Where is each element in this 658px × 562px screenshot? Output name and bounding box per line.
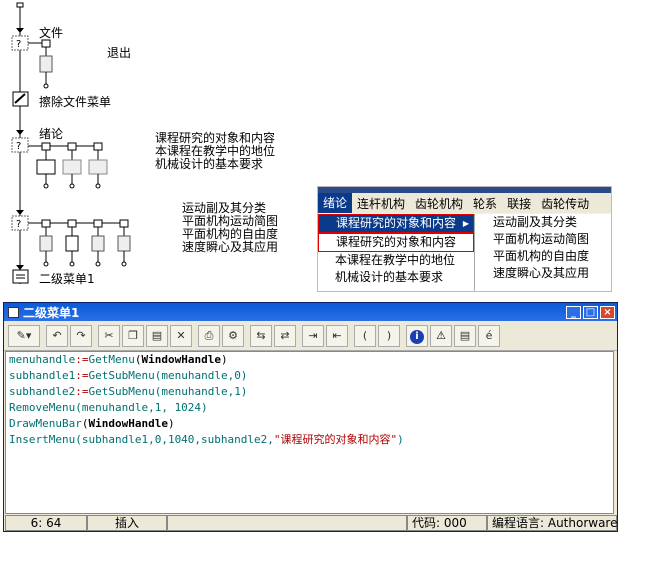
flow-label-exit[interactable]: 退出 [107,44,131,61]
indent-icon[interactable]: ⇥ [302,324,324,347]
submenu: 课程研究的对象和内容 ▶ 课程研究的对象和内容 本课程在教学中的地位 机械设计的… [318,214,475,291]
code-line[interactable]: subhandle1:=GetSubMenu(menuhandle,0) [9,368,613,384]
copy-icon[interactable]: ❐ [122,324,144,347]
maximize-button[interactable]: □ [583,305,598,319]
code-token: := [75,353,89,366]
code-token: subhandle1 [9,369,76,382]
flow-label-file[interactable]: 文件 [39,24,63,41]
redo-icon[interactable]: ↷ [70,324,92,347]
subsubmenu-item[interactable]: 速度瞬心及其应用 [475,265,611,282]
status-cursor-position: 6: 64 [5,515,87,531]
code-line[interactable]: subhandle2:=GetSubMenu(menuhandle,1) [9,384,613,400]
code-line[interactable]: DrawMenuBar(WindowHandle) [9,416,613,432]
flow-label-intro[interactable]: 绪论 [39,125,63,142]
cut-icon[interactable]: ✂ [98,324,120,347]
code-token: "课程研究的对象和内容" [273,433,398,446]
submenu-arrow-icon: ▶ [462,219,469,228]
submenu-item-course-status[interactable]: 本课程在教学中的地位 [318,252,474,269]
code-token: ) [167,417,175,430]
code-line[interactable]: RemoveMenu(menuhandle,1, 1024) [9,400,613,416]
code-token: menuhandle [9,353,76,366]
menubar-item-gear-drive[interactable]: 齿轮传动 [536,195,594,212]
code-token: subhandle2 [9,385,76,398]
close-button[interactable]: × [600,305,615,319]
info-icon[interactable]: i [406,324,428,347]
window-icon [8,306,19,318]
tools-icon[interactable]: ✎▾ [8,324,40,347]
code-token: WindowHandle [141,353,221,366]
subsubmenu: 运动副及其分类 平面机构运动简图 平面机构的自由度 速度瞬心及其应用 [475,214,611,291]
menubar-item-joint[interactable]: 联接 [502,195,536,212]
menubar: 绪论 连杆机构 齿轮机构 轮系 联接 齿轮传动 [318,193,611,213]
paren-open-icon[interactable]: ( [354,324,376,347]
code-token: GetSubMenu [88,369,155,382]
menubar-item-intro[interactable]: 绪论 [318,193,353,213]
flow-label-submenu1[interactable]: 二级菜单1 [39,270,95,287]
svg-text:?: ? [16,39,21,50]
subsubmenu-item[interactable]: 平面机构的自由度 [475,248,611,265]
warning-icon[interactable]: ⚠ [430,324,452,347]
flow-label-erase-menu[interactable]: 擦除文件菜单 [39,93,111,110]
code-token: DrawMenuBar [9,417,82,430]
editor-titlebar[interactable]: 二级菜单1 _ □ × [4,303,617,321]
code-token: InsertMenu(subhandle1,0,1040,subhandle2, [9,433,274,446]
document-icon[interactable]: ▤ [454,324,476,347]
submenu-item-label: 课程研究的对象和内容 [336,216,457,230]
find-icon[interactable]: ⇄ [274,324,296,347]
code-token: GetMenu [88,353,135,366]
editor-title: 二级菜单1 [23,305,80,320]
paste-icon[interactable]: ▤ [146,324,168,347]
intro-topics-list: 课程研究的对象和内容 本课程在教学中的地位 机械设计的基本要求 [155,132,275,171]
code-line[interactable]: menuhandle:=GetMenu(WindowHandle) [9,352,613,368]
editor-toolbar: ✎▾ ↶ ↷ ✂ ❐ ▤ ✕ ⎙ ⚙ ⇆ ⇄ ⇥ ⇤ ( ) i ⚠ ▤ é [4,321,617,351]
second-topic: 速度瞬心及其应用 [182,240,279,254]
code-token: RemoveMenu(menuhandle,1, 1024) [9,401,208,414]
code-area[interactable]: menuhandle:=GetMenu(WindowHandle) subhand… [5,351,614,514]
code-token: WindowHandle [88,417,168,430]
svg-text:?: ? [16,219,21,230]
menubar-item-linkage[interactable]: 连杆机构 [352,195,410,212]
second-topics-list: 运动副及其分类 平面机构运动简图 平面机构的自由度 速度瞬心及其应用 [182,202,278,254]
menubar-item-gear-train[interactable]: 轮系 [468,195,502,212]
code-token: := [75,385,89,398]
intro-topic: 机械设计的基本要求 [155,157,264,171]
status-code: 代码: 000 [407,515,487,531]
status-language: 编程语言: Authorware [487,515,617,531]
code-token: (menuhandle,0) [154,369,248,382]
code-line[interactable]: InsertMenu(subhandle1,0,1040,subhandle2,… [9,432,613,448]
submenu-item-course-object-parent[interactable]: 课程研究的对象和内容 ▶ [318,214,474,233]
subsubmenu-item[interactable]: 平面机构运动简图 [475,231,611,248]
minimize-button[interactable]: _ [566,305,581,319]
settings-icon[interactable]: ⚙ [222,324,244,347]
outdent-icon[interactable]: ⇤ [326,324,348,347]
code-token: (menuhandle,1) [154,385,248,398]
code-token: GetSubMenu [88,385,155,398]
status-mode: 插入 [87,515,167,531]
svg-text:?: ? [16,141,21,152]
print-icon[interactable]: ⎙ [198,324,220,347]
code-token: := [75,369,89,382]
replace-icon[interactable]: ⇆ [250,324,272,347]
flowline: ? ? ? 文件 退出 擦除文件菜单 绪论 二级菜单1 课程研究的对象和内容 本… [0,0,300,290]
menubar-item-gear[interactable]: 齿轮机构 [410,195,468,212]
status-bar: 6: 64 插入 代码: 000 编程语言: Authorware [5,515,617,531]
menu-preview: 绪论 连杆机构 齿轮机构 轮系 联接 齿轮传动 课程研究的对象和内容 ▶ 课程研… [317,186,612,292]
status-empty [167,515,407,531]
undo-icon[interactable]: ↶ [46,324,68,347]
delete-icon[interactable]: ✕ [170,324,192,347]
submenu-item-course-object[interactable]: 课程研究的对象和内容 [318,233,474,252]
paren-close-icon[interactable]: ) [378,324,400,347]
submenu-item-design-requirements[interactable]: 机械设计的基本要求 [318,269,474,286]
code-token: ) [220,353,228,366]
code-token: ) [397,433,404,446]
accent-icon[interactable]: é [478,324,500,347]
code-editor-window: 二级菜单1 _ □ × ✎▾ ↶ ↷ ✂ ❐ ▤ ✕ ⎙ ⚙ ⇆ ⇄ ⇥ ⇤ (… [3,302,618,532]
subsubmenu-item[interactable]: 运动副及其分类 [475,214,611,231]
